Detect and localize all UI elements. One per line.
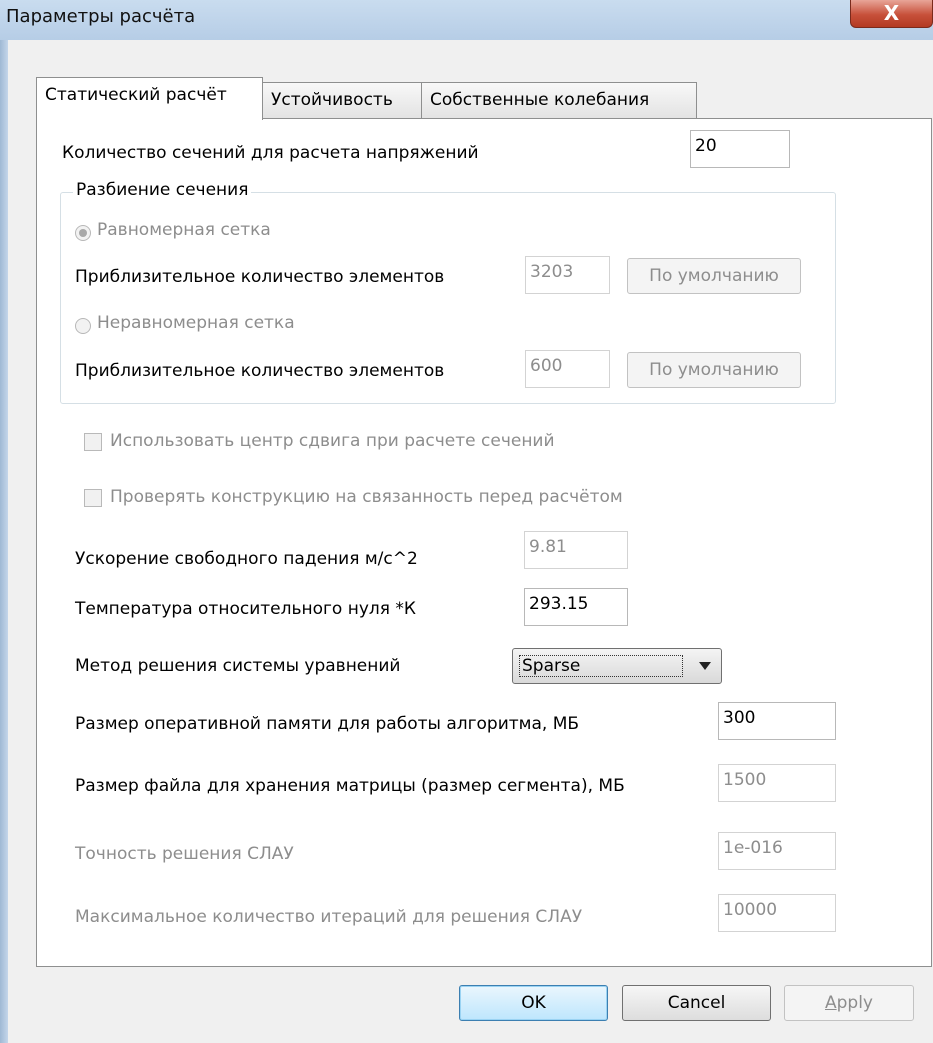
uniform-mesh-label: Равномерная сетка: [97, 220, 271, 240]
ram-input[interactable]: 300: [718, 702, 836, 740]
solver-dropdown[interactable]: Sparse: [512, 648, 722, 684]
close-button[interactable]: X: [850, 0, 933, 28]
sections-count-label: Количество сечений для расчета напряжени…: [62, 143, 479, 163]
gravity-input[interactable]: 9.81: [524, 531, 628, 569]
solver-value: Sparse: [519, 655, 683, 677]
nonuniform-mesh-label: Неравномерная сетка: [97, 313, 295, 333]
tab-static-analysis[interactable]: Статический расчёт: [36, 77, 263, 120]
tab-natural-vibrations[interactable]: Собственные колебания: [421, 82, 697, 118]
ram-label: Размер оперативной памяти для работы алг…: [75, 714, 580, 734]
connectivity-checkbox[interactable]: [84, 489, 102, 507]
iterations-label: Максимальное количество итераций для реш…: [75, 907, 583, 927]
file-size-input[interactable]: 1500: [718, 764, 836, 802]
temperature-label: Температура относительного нуля *К: [75, 599, 416, 619]
nonuniform-count-label: Приблизительное количество элементов: [75, 361, 445, 381]
mesh-group-title: Разбиение сечения: [73, 180, 252, 200]
close-icon: X: [883, 1, 900, 25]
shear-center-checkbox[interactable]: [84, 433, 102, 451]
cancel-button[interactable]: Cancel: [622, 985, 771, 1021]
tab-stability[interactable]: Устойчивость: [262, 82, 422, 118]
nonuniform-default-button[interactable]: По умолчанию: [627, 352, 801, 388]
window-title: Параметры расчёта: [6, 6, 196, 27]
gravity-label: Ускорение свободного падения м/с^2: [75, 549, 418, 569]
accuracy-input[interactable]: 1e-016: [718, 832, 836, 870]
uniform-mesh-radio[interactable]: [75, 225, 91, 241]
file-size-label: Размер файла для хранения матрицы (разме…: [75, 776, 625, 796]
iterations-input[interactable]: 10000: [718, 894, 836, 932]
uniform-count-input[interactable]: 3203: [525, 256, 610, 294]
chevron-down-icon: [699, 662, 711, 670]
uniform-default-button[interactable]: По умолчанию: [627, 258, 801, 294]
temperature-input[interactable]: 293.15: [524, 588, 628, 626]
window-border: [0, 40, 8, 1043]
uniform-count-label: Приблизительное количество элементов: [75, 267, 445, 287]
connectivity-label: Проверять конструкцию на связанность пер…: [110, 487, 623, 507]
sections-count-input[interactable]: 20: [690, 130, 790, 168]
shear-center-label: Использовать центр сдвига при расчете се…: [110, 431, 555, 451]
accuracy-label: Точность решения СЛАУ: [75, 844, 294, 864]
apply-mnemonic: A: [824, 993, 837, 1013]
title-bar: Параметры расчёта X: [0, 0, 933, 41]
ok-button[interactable]: OK: [459, 985, 608, 1021]
solver-label: Метод решения системы уравнений: [75, 656, 401, 676]
nonuniform-mesh-radio[interactable]: [75, 318, 91, 334]
apply-label: pply: [836, 993, 873, 1013]
nonuniform-count-input[interactable]: 600: [525, 350, 610, 388]
apply-button[interactable]: Apply: [784, 985, 914, 1021]
